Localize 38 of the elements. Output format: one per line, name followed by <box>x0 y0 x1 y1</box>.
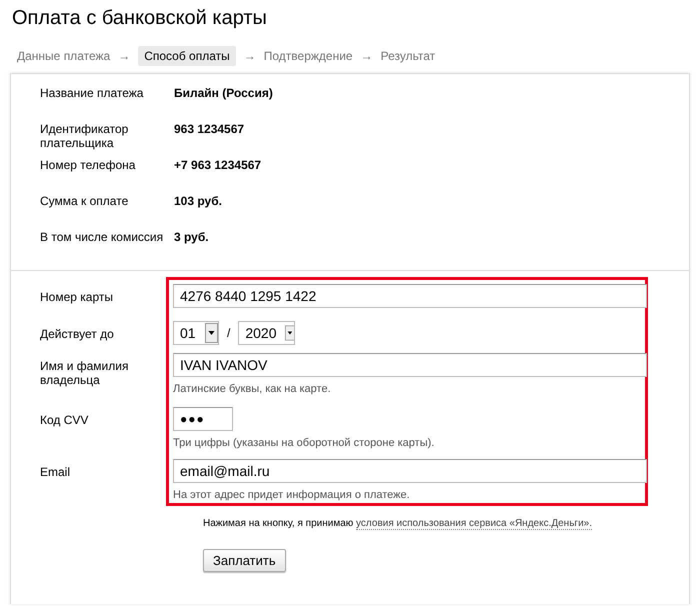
field-label: Email <box>40 464 72 481</box>
arrow-text: → <box>118 49 130 63</box>
arrow-text: → <box>244 49 256 63</box>
caret-icon <box>284 323 294 343</box>
hint-text: На этот адрес придет информация о платеже. <box>173 489 411 501</box>
field-label: Код CVV <box>40 412 90 429</box>
input-field[interactable]: IVAN IVANOV <box>173 353 647 377</box>
detail-label: Название платежа <box>40 86 144 102</box>
detail-value: Билайн (Россия) <box>174 86 274 102</box>
detail-value: 963 1234567 <box>174 122 246 138</box>
hint-text: Латинские буквы, как на карте. <box>173 383 332 395</box>
caret-icon <box>205 323 218 343</box>
terms-link[interactable]: условия использования сервиса «Яндекс.Деньги». <box>356 518 592 530</box>
select-dropdown[interactable]: 01 <box>173 321 219 345</box>
step-tab[interactable]: Подтверждение <box>258 46 359 66</box>
detail-value: 103 руб. <box>174 194 223 210</box>
detail-label: В том числе комиссия <box>40 230 164 246</box>
separator-text: / <box>227 326 230 340</box>
hint-text: Три цифры (указаны на оборотной стороне карты). <box>173 437 436 449</box>
pay-button[interactable]: Заплатить <box>203 549 286 572</box>
step-tab[interactable]: Способ оплаты <box>138 46 236 66</box>
field-label: Имя и фамилия владельца <box>40 358 130 389</box>
arrow-text: → <box>360 49 373 63</box>
step-tab[interactable]: Результат <box>374 46 442 66</box>
detail-label: Сумма к оплате <box>40 194 130 210</box>
field-label: Действует до <box>40 326 115 343</box>
detail-label: Номер телефона <box>40 158 136 174</box>
detail-value: 3 руб. <box>174 230 210 246</box>
select-dropdown[interactable]: 2020 <box>238 321 296 345</box>
detail-value: +7 963 1234567 <box>174 158 262 174</box>
step-tab[interactable]: Данные платежа <box>11 46 116 66</box>
detail-label: Идентификатор плательщика <box>40 122 130 152</box>
page-title: Оплата с банковской карты <box>11 6 268 31</box>
cvv-field[interactable]: ●●● <box>173 407 233 431</box>
input-field[interactable]: email@mail.ru <box>173 459 647 483</box>
input-field[interactable]: 4276 8440 1295 1422 <box>173 284 647 308</box>
consent-text: Нажимая на кнопку, я принимаю условия использования сервиса «Яндекс.Деньги». <box>203 518 593 529</box>
field-label: Номер карты <box>40 289 114 306</box>
